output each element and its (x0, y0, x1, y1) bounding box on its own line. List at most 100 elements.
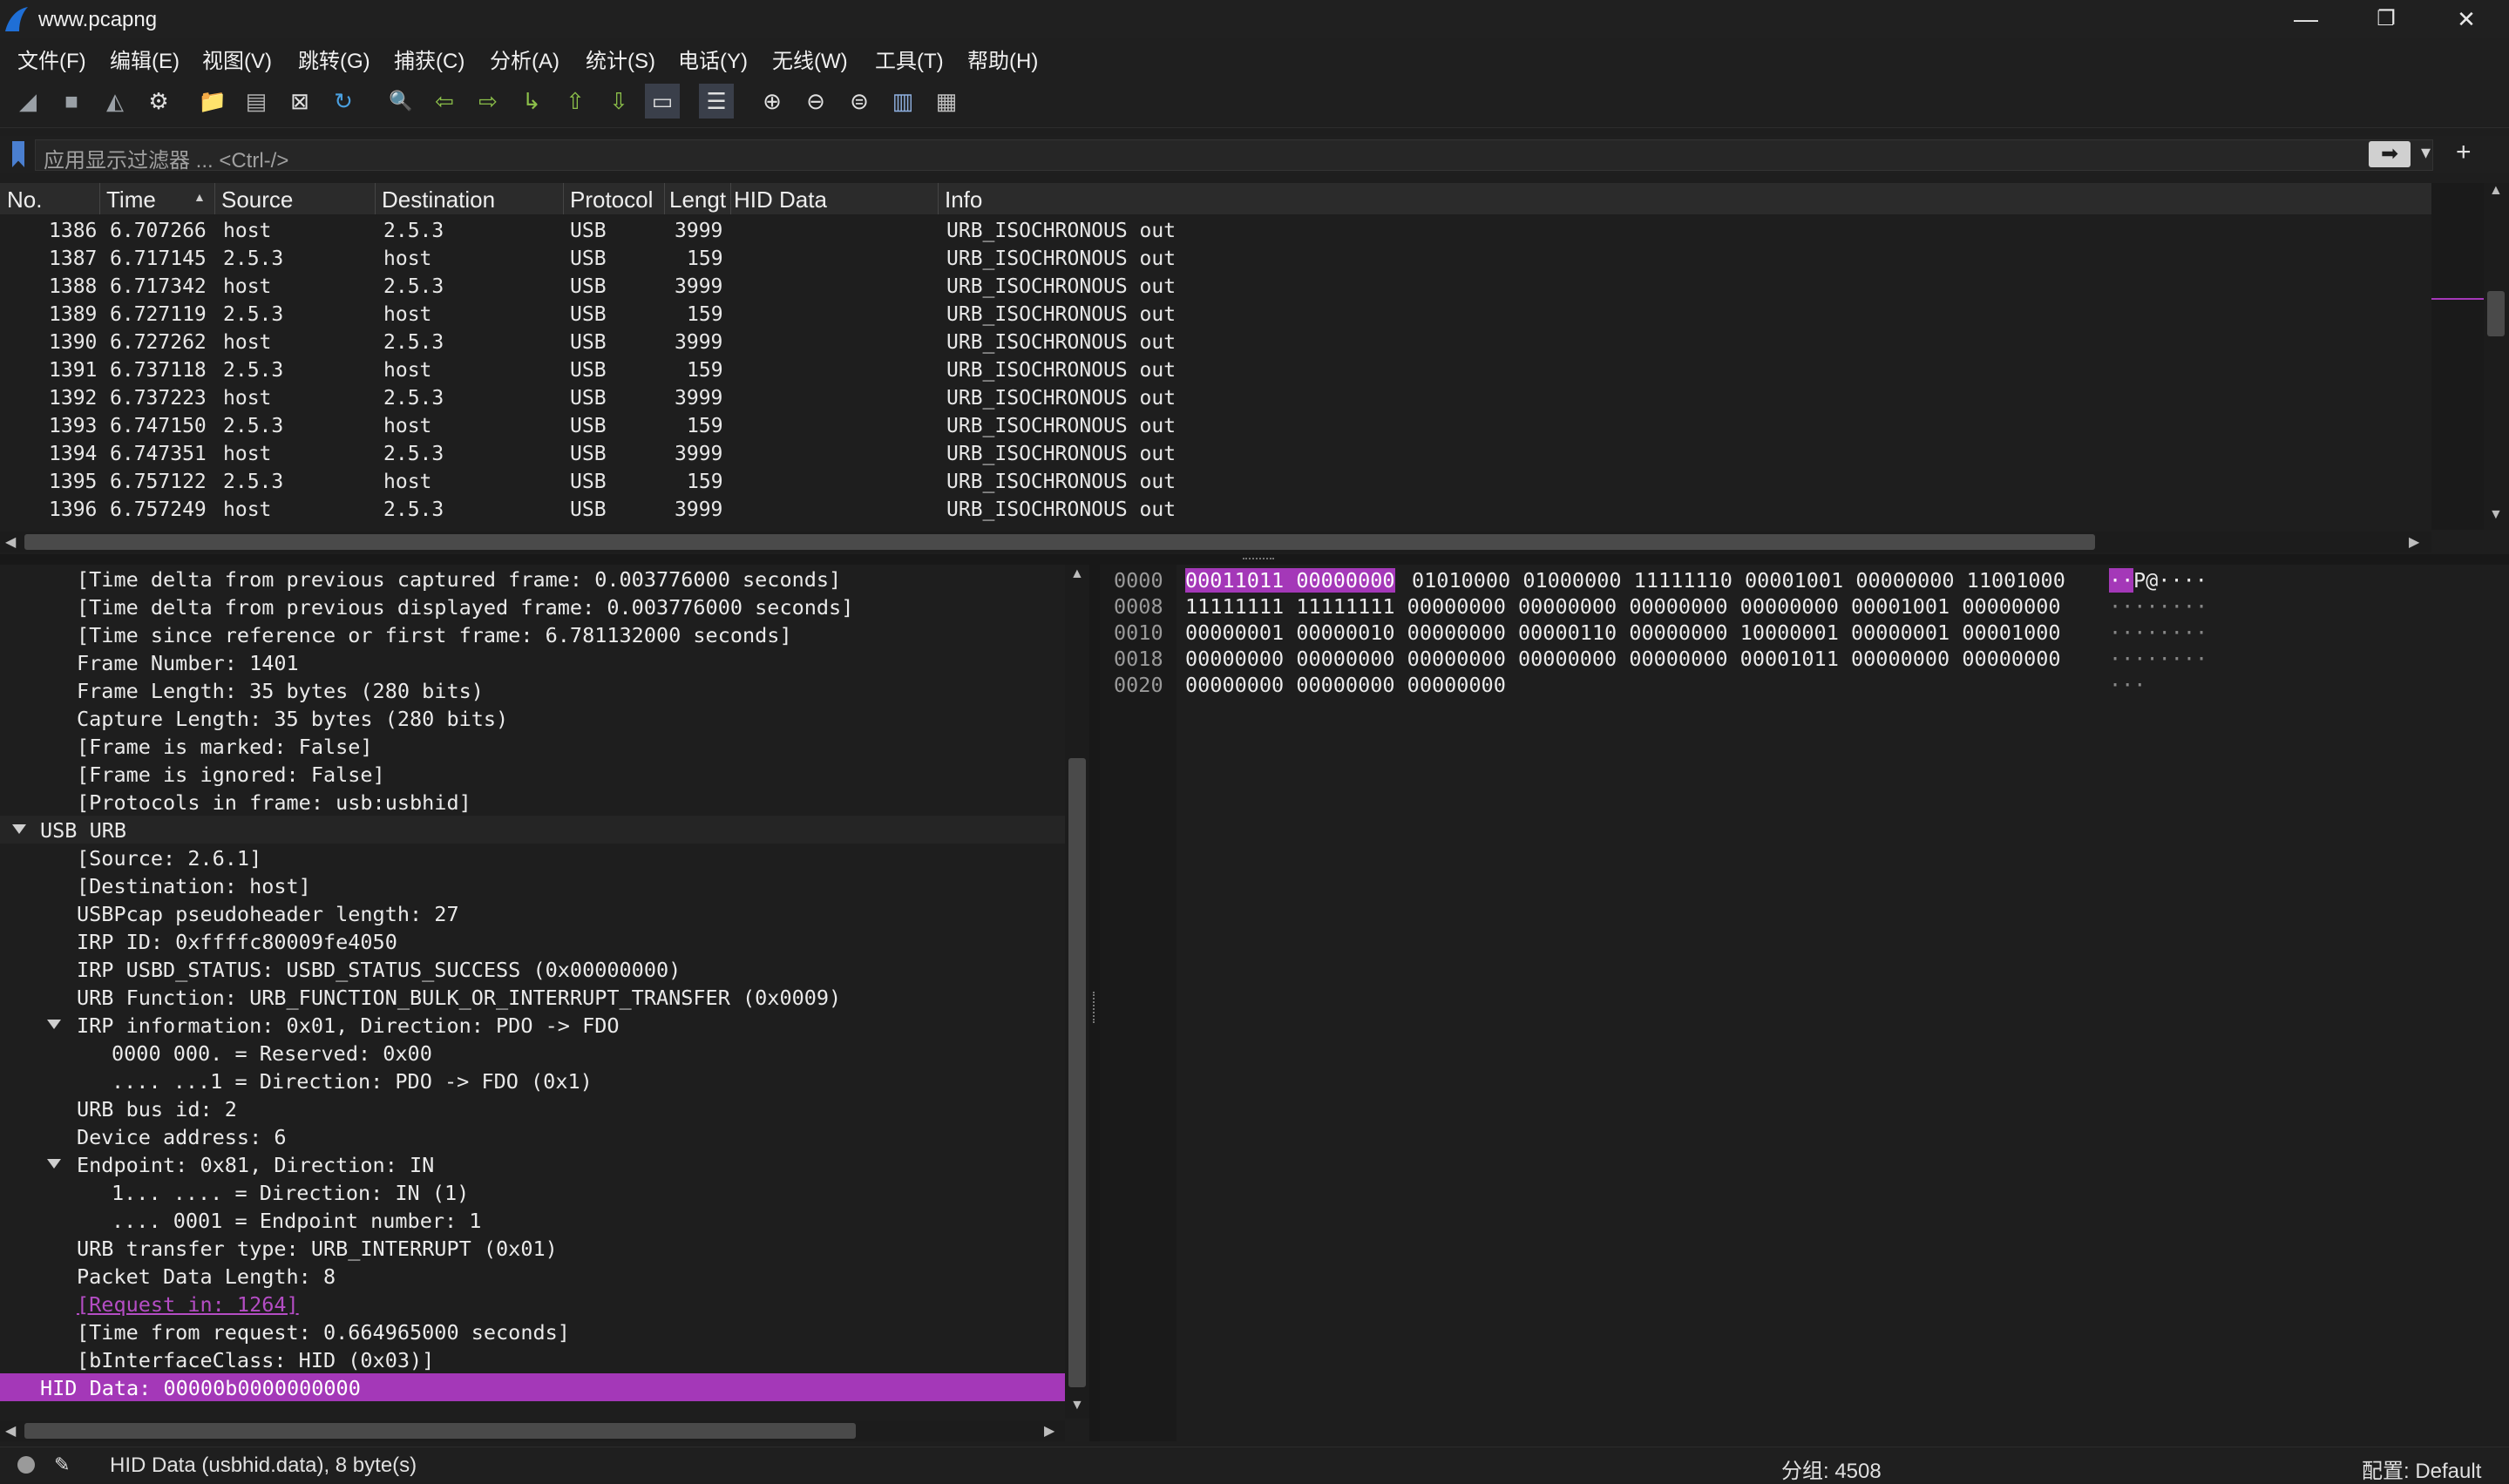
layout-grid-icon[interactable]: ▦ (929, 84, 964, 119)
add-filter-icon[interactable]: + (2456, 138, 2472, 167)
detail-item[interactable]: .... 0001 = Endpoint number: 1 (0, 1206, 1065, 1234)
colorize-icon[interactable]: ☰ (699, 84, 734, 119)
go-to-packet-icon[interactable]: ↳ (514, 84, 549, 119)
packet-row[interactable]: 1396 6.757249 host 2.5.3 USB 3999 URB_ISOCHRON… (0, 495, 2431, 523)
column-header-no[interactable]: No. (7, 186, 42, 213)
display-filter-input[interactable] (35, 139, 2433, 171)
detail-item[interactable]: Frame Number: 1401 (0, 648, 1065, 676)
close-button[interactable]: ✕ (2426, 0, 2506, 38)
expert-info-icon[interactable] (17, 1456, 35, 1474)
minimize-button[interactable]: — (2266, 0, 2346, 38)
packet-minimap[interactable] (2431, 183, 2484, 530)
detail-item-hid-data-selected[interactable]: HID Data: 00000b0000000000 (0, 1373, 1065, 1401)
maximize-button[interactable]: ❐ (2346, 0, 2426, 38)
menu-go[interactable]: 跳转(G) (298, 44, 370, 74)
column-header-destination[interactable]: Destination (382, 186, 495, 213)
go-forward-icon[interactable]: ⇨ (471, 84, 505, 119)
find-packet-icon[interactable]: 🔍 (383, 84, 418, 119)
bytes-row[interactable]: 0018 00000000 00000000 00000000 00000000… (1100, 645, 2509, 671)
autoscroll-icon[interactable]: ▭ (645, 84, 680, 119)
menu-edit[interactable]: 编辑(E) (110, 44, 180, 74)
bytes-row[interactable]: 0010 00000001 00000010 00000000 00000110… (1100, 619, 2509, 645)
packet-row[interactable]: 1389 6.727119 2.5.3 host USB 159 URB_ISOCHRONO… (0, 300, 2431, 328)
detail-item[interactable]: [Time since reference or first frame: 6.… (0, 620, 1065, 648)
menu-wireless[interactable]: 无线(W) (772, 44, 848, 74)
detail-item[interactable]: [Time delta from previous displayed fram… (0, 593, 1065, 620)
detail-item[interactable]: URB bus id: 2 (0, 1094, 1065, 1122)
column-header-time[interactable]: Time (106, 186, 156, 213)
menu-tools[interactable]: 工具(T) (875, 44, 944, 74)
packet-row[interactable]: 1393 6.747150 2.5.3 host USB 159 URB_ISOCHRONO… (0, 411, 2431, 439)
details-horizontal-scrollbar[interactable]: ◀ ▶ (0, 1420, 1065, 1441)
detail-item[interactable]: IRP USBD_STATUS: USBD_STATUS_SUCCESS (0x… (0, 955, 1065, 983)
packet-list-vertical-scrollbar[interactable]: ▲ ▼ (2484, 183, 2509, 530)
column-header-source[interactable]: Source (221, 186, 293, 213)
column-header-hid-data[interactable]: HID Data (734, 186, 827, 213)
detail-section-endpoint[interactable]: Endpoint: 0x81, Direction: IN (0, 1150, 1065, 1178)
filter-dropdown-icon[interactable]: ▾ (2421, 141, 2431, 164)
detail-item[interactable]: [Frame is marked: False] (0, 732, 1065, 760)
profile-label[interactable]: 配置: Default (2362, 1454, 2481, 1484)
menu-help[interactable]: 帮助(H) (967, 44, 1038, 74)
restart-capture-icon[interactable]: ◭ (98, 84, 132, 119)
bytes-row[interactable]: 0020 00000000 00000000 00000000 ··· (1100, 671, 2509, 697)
column-header-protocol[interactable]: Protocol (570, 186, 653, 213)
detail-item[interactable]: USBPcap pseudoheader length: 27 (0, 899, 1065, 927)
detail-item[interactable]: Frame Length: 35 bytes (280 bits) (0, 676, 1065, 704)
packet-list-horizontal-scrollbar[interactable]: ◀ ▶ (0, 532, 2431, 552)
capture-options-icon[interactable]: ⚙ (141, 84, 176, 119)
detail-item[interactable]: IRP ID: 0xffffc80009fe4050 (0, 927, 1065, 955)
packet-row[interactable]: 1390 6.727262 host 2.5.3 USB 3999 URB_ISOCHRON… (0, 328, 2431, 356)
save-file-icon[interactable]: ▤ (239, 84, 274, 119)
reload-icon[interactable]: ↻ (326, 84, 361, 119)
resize-columns-icon[interactable]: ▥ (885, 84, 920, 119)
detail-item[interactable]: Capture Length: 35 bytes (280 bits) (0, 704, 1065, 732)
packet-row[interactable]: 1391 6.737118 2.5.3 host USB 159 URB_ISOCHRONO… (0, 356, 2431, 383)
packet-row[interactable]: 1386 6.707266 host 2.5.3 USB 3999 URB_ISOCHRON… (0, 216, 2431, 244)
request-in-link[interactable]: [Request in: 1264] (0, 1290, 1065, 1318)
edit-comment-icon[interactable]: ✎ (54, 1454, 70, 1476)
detail-item[interactable]: 0000 000. = Reserved: 0x00 (0, 1039, 1065, 1067)
last-packet-icon[interactable]: ⇩ (601, 84, 636, 119)
detail-item[interactable]: URB transfer type: URB_INTERRUPT (0x01) (0, 1234, 1065, 1262)
detail-item[interactable]: .... ...1 = Direction: PDO -> FDO (0x1) (0, 1067, 1065, 1094)
packet-row[interactable]: 1395 6.757122 2.5.3 host USB 159 URB_ISOCHRONO… (0, 467, 2431, 495)
open-file-icon[interactable]: 📁 (195, 84, 230, 119)
zoom-out-icon[interactable]: ⊖ (798, 84, 833, 119)
packet-row[interactable]: 1394 6.747351 host 2.5.3 USB 3999 URB_ISOCHRON… (0, 439, 2431, 467)
detail-section-irp-information[interactable]: IRP information: 0x01, Direction: PDO ->… (0, 1011, 1065, 1039)
detail-item[interactable]: [Time delta from previous captured frame… (0, 565, 1065, 593)
start-capture-icon[interactable]: ◢ (10, 84, 45, 119)
detail-item[interactable]: [Frame is ignored: False] (0, 760, 1065, 788)
detail-item[interactable]: 1... .... = Direction: IN (1) (0, 1178, 1065, 1206)
zoom-normal-icon[interactable]: ⊜ (842, 84, 877, 119)
detail-item[interactable]: Device address: 6 (0, 1122, 1065, 1150)
column-header-info[interactable]: Info (945, 186, 982, 213)
column-header-length[interactable]: Lengt (669, 186, 730, 213)
packet-row[interactable]: 1392 6.737223 host 2.5.3 USB 3999 URB_ISOCHRON… (0, 383, 2431, 411)
menu-analyze[interactable]: 分析(A) (490, 44, 559, 74)
pane-splitter-horizontal[interactable] (0, 554, 2509, 565)
stop-capture-icon[interactable]: ■ (54, 84, 89, 119)
expand-arrow-icon[interactable] (47, 1020, 61, 1029)
expand-arrow-icon[interactable] (47, 1159, 61, 1169)
close-file-icon[interactable]: ⊠ (282, 84, 317, 119)
zoom-in-icon[interactable]: ⊕ (755, 84, 790, 119)
bookmark-icon[interactable] (12, 141, 24, 167)
packet-row[interactable]: 1387 6.717145 2.5.3 host USB 159 URB_ISOCHRONO… (0, 244, 2431, 272)
detail-item[interactable]: [Time from request: 0.664965000 seconds] (0, 1318, 1065, 1345)
packet-row[interactable]: 1388 6.717342 host 2.5.3 USB 3999 URB_ISOCHRON… (0, 272, 2431, 300)
menu-file[interactable]: 文件(F) (17, 44, 86, 74)
bytes-row[interactable]: 0008 11111111 11111111 00000000 00000000… (1100, 593, 2509, 619)
go-back-icon[interactable]: ⇦ (427, 84, 462, 119)
detail-item[interactable]: [Destination: host] (0, 871, 1065, 899)
menu-statistics[interactable]: 统计(S) (586, 44, 655, 74)
menu-view[interactable]: 视图(V) (202, 44, 272, 74)
bytes-row[interactable]: 0000 00011011 00000000 01010000 01000000… (1100, 566, 2509, 593)
menu-telephony[interactable]: 电话(Y) (678, 44, 748, 74)
pane-splitter-vertical[interactable] (1089, 565, 1100, 1441)
detail-item[interactable]: URB Function: URB_FUNCTION_BULK_OR_INTER… (0, 983, 1065, 1011)
detail-item[interactable]: Packet Data Length: 8 (0, 1262, 1065, 1290)
expand-arrow-icon[interactable] (12, 824, 26, 834)
detail-item[interactable]: [Protocols in frame: usb:usbhid] (0, 788, 1065, 816)
